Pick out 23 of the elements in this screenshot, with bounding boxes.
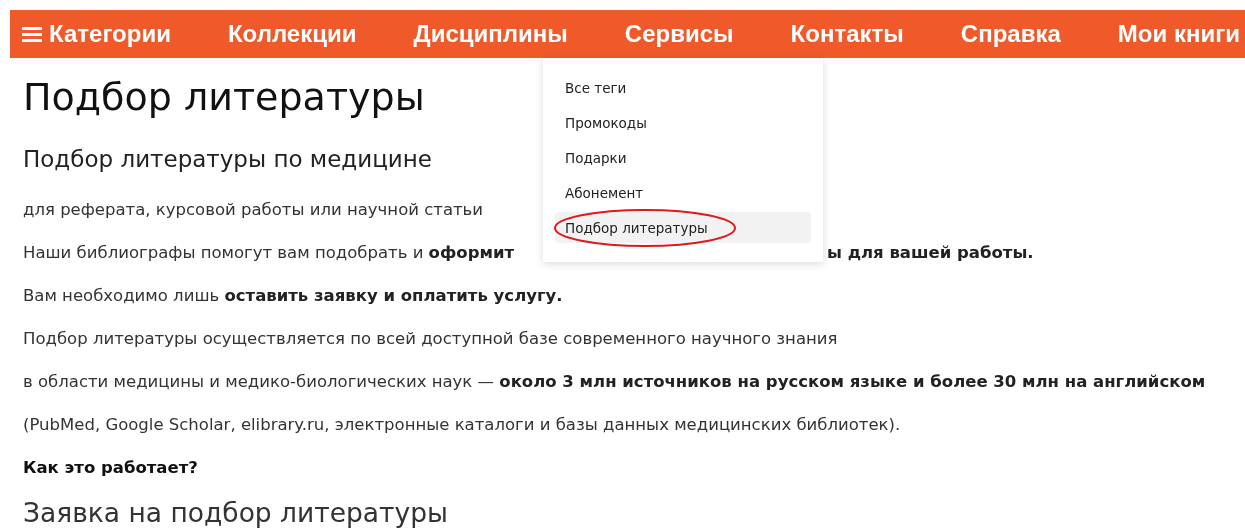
paragraph-text: (PubMed, Google Scholar, elibrary.ru, электронные каталоги и базы данных медицинских библиотек). (23, 415, 901, 434)
paragraph-heading: Как это работает? (23, 458, 198, 477)
nav-link[interactable]: Дисциплины (413, 20, 568, 48)
nav-link[interactable]: Контакты (790, 20, 904, 48)
paragraph-text: Наши библиографы помогут вам подобрать и оформит (23, 243, 515, 262)
dropdown-item[interactable]: Подарки (555, 142, 811, 173)
page-subtitle: Подбор литературы по медицине (23, 146, 432, 172)
paragraph-text: ы для вашей работы. (827, 243, 1034, 262)
paragraph-text: Подбор литературы осуществляется по всей доступной базе современного научного знания (23, 329, 838, 348)
section-heading: Заявка на подбор литературы (23, 497, 448, 528)
menu-icon (22, 26, 42, 42)
paragraph-text: для реферата, курсовой работы или научной статьи (23, 200, 484, 219)
nav-link[interactable]: Категории (22, 20, 171, 48)
nav-link[interactable]: Мои книги (1117, 20, 1240, 48)
nav-link[interactable]: Коллекции (227, 20, 357, 48)
paragraph-text: Вам необходимо лишь оставить заявку и оплатить услугу. (23, 286, 563, 305)
nav-link[interactable]: Справка (960, 20, 1061, 48)
paragraph-text: в области медицины и медико-биологических наук — около 3 млн источников на русском языке и более 30 млн на английском (23, 372, 1206, 391)
dropdown-item[interactable]: Промокоды (555, 107, 811, 138)
nav-link[interactable]: Сервисы (624, 20, 734, 48)
page-title: Подбор литературы (23, 74, 425, 121)
dropdown-item[interactable]: Все теги (555, 72, 811, 103)
dropdown-item[interactable]: Абонемент (555, 177, 811, 208)
